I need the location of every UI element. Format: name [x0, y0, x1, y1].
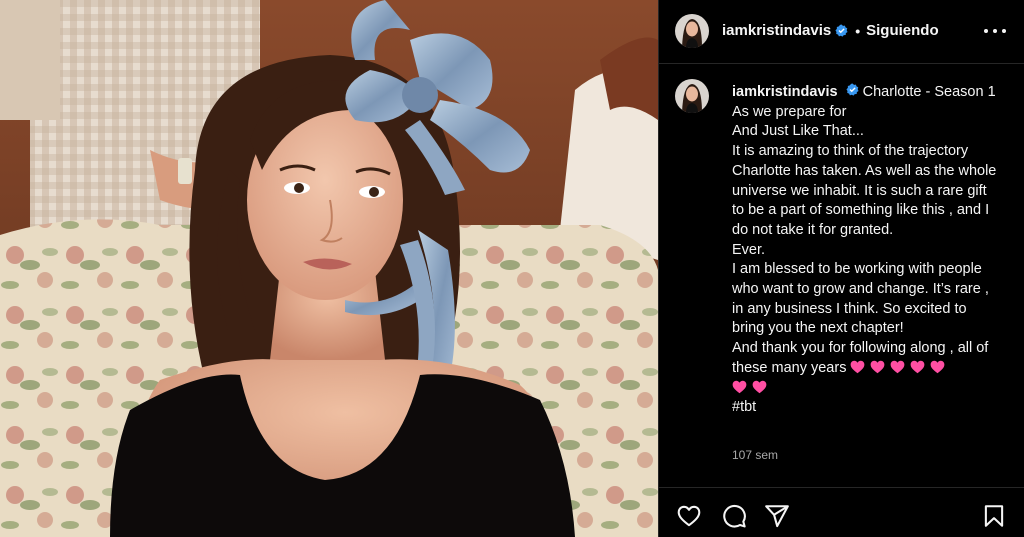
heart-emoji-icon — [732, 380, 747, 393]
header-author-row: iamkristindavis • Siguiendo — [722, 22, 939, 39]
action-bar — [659, 487, 1024, 537]
post-side-panel: iamkristindavis • Siguiendo iamkristinda… — [659, 0, 1024, 537]
following-button[interactable]: Siguiendo — [866, 22, 939, 39]
post-timestamp[interactable]: 107 sem — [732, 448, 778, 462]
heart-outline-icon[interactable] — [676, 503, 702, 529]
avatar-image — [675, 14, 709, 48]
author-avatar[interactable] — [675, 14, 709, 48]
caption-text-line: As we prepare for — [732, 103, 847, 120]
verified-badge-icon — [846, 83, 859, 96]
post-photo[interactable] — [0, 0, 658, 537]
caption-text-line: Ever. — [732, 241, 766, 258]
paper-plane-icon[interactable] — [764, 503, 790, 529]
heart-emoji-icon — [931, 360, 945, 374]
caption-first-line: iamkristindavis Charlotte - Season 1 — [732, 83, 1002, 103]
caption-text-line: I am blessed to be working with people w… — [732, 261, 989, 337]
caption-username[interactable]: iamkristindavis — [732, 84, 838, 100]
verified-badge-icon — [835, 24, 848, 37]
more-horizontal-icon[interactable] — [984, 22, 1006, 40]
avatar-image — [675, 79, 709, 113]
header-separator: • — [855, 22, 861, 39]
post-caption: iamkristindavis Charlotte - Season 1 As … — [732, 83, 1002, 418]
author-username[interactable]: iamkristindavis — [722, 22, 831, 39]
caption-text-line: Charlotte - Season 1 — [862, 84, 996, 100]
hashtag-link[interactable]: #tbt — [732, 398, 1002, 418]
post-photo-image — [0, 0, 658, 537]
comment-bubble-icon[interactable] — [721, 503, 747, 529]
heart-emoji-icon — [752, 380, 767, 393]
post-header: iamkristindavis • Siguiendo — [659, 0, 1024, 64]
bookmark-icon[interactable] — [981, 503, 1007, 529]
heart-emoji-icon — [851, 360, 865, 374]
caption-last-line: And thank you for following along , all … — [732, 339, 1002, 398]
heart-emoji-icon — [871, 360, 885, 374]
caption-author-avatar[interactable] — [675, 79, 709, 113]
caption-text-line: It is amazing to think of the trajectory… — [732, 143, 997, 238]
instagram-post: iamkristindavis • Siguiendo iamkristinda… — [0, 0, 1024, 537]
heart-emoji-icon — [911, 360, 925, 374]
caption-text-line: And Just Like That... — [732, 123, 864, 140]
heart-emoji-icon — [891, 360, 905, 374]
